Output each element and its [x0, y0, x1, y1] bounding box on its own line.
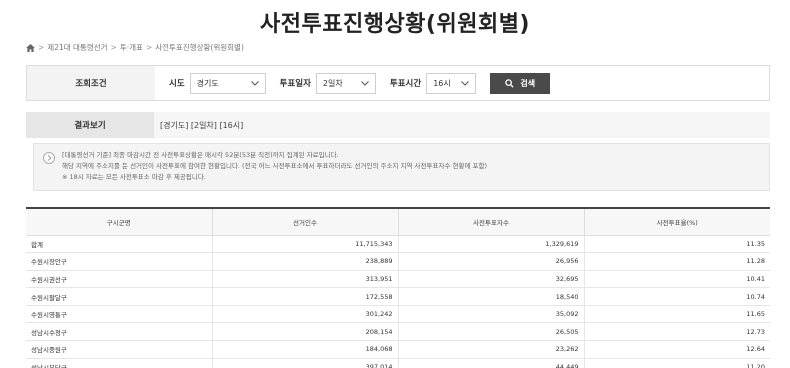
time-select-value: 16시 [433, 78, 451, 88]
electors-cell: 397,014 [211, 357, 399, 368]
time-select[interactable]: 16시 [426, 72, 477, 94]
day-label: 투표일자 [279, 79, 311, 89]
column-header: 사전투표자수 [397, 208, 585, 236]
notice-line: 해당 지역에 주소지를 둔 선거인이 사전투표에 참여한 현황입니다. (전국 … [62, 162, 487, 170]
chevron-down-icon [361, 80, 369, 86]
electors-cell: 172,558 [211, 287, 399, 306]
search-icon [505, 78, 514, 88]
search-button[interactable]: 검색 [490, 72, 551, 94]
result-panel: 결과보기 [경기도] [2일차] [16시] [26, 112, 770, 138]
day-select[interactable]: 2일차 [315, 72, 376, 94]
notice-line: ※ 18시 자료는 모든 사전투표소 마감 후 제공됩니다. [62, 173, 206, 181]
electors-cell: 184,068 [211, 340, 399, 359]
table-row: 수원시영통구 301,242 35,092 11.65 [26, 304, 770, 324]
electors-cell: 208,154 [211, 322, 399, 342]
table-header-row: 구시군명 선거인수 사전투표자수 사전투표율(%) [26, 208, 770, 236]
rate-cell: 12.73 [583, 322, 770, 342]
day-select-value: 2일차 [322, 78, 343, 88]
search-button-label: 검색 [520, 78, 536, 88]
voters-cell: 23,262 [397, 340, 585, 359]
result-summary: [경기도] [2일차] [16시] [160, 120, 244, 130]
electors-cell: 301,242 [211, 304, 399, 324]
chevron-down-icon [250, 80, 259, 86]
voters-cell: 35,092 [397, 304, 585, 324]
breadcrumb-separator: > [145, 43, 153, 52]
rate-cell: 12.64 [583, 340, 770, 359]
electors-cell: 11,715,343 [211, 234, 399, 254]
district-cell: 성남시분당구 [26, 357, 213, 368]
breadcrumb: > 제21대 대통령선거 > 투·개표 > 사전투표진행상황(위원회별) [26, 42, 244, 53]
notice-box: [대통령선거 기준] 최종 마감시간 전 사전투표상황은 매시각 52분(53분… [33, 143, 770, 191]
district-cell: 수원시영통구 [26, 304, 213, 324]
column-header: 사전투표율(%) [583, 208, 770, 236]
voters-cell: 44,449 [397, 357, 585, 368]
rate-cell: 11.35 [583, 234, 770, 254]
chevron-right-icon [43, 152, 55, 164]
condition-label: 조회조건 [27, 66, 155, 100]
table-row: 수원시장안구 238,889 26,956 11.28 [26, 252, 770, 271]
page-title: 사전투표진행상황(위원회별) [260, 12, 530, 37]
rate-cell: 11.20 [583, 357, 770, 368]
district-cell: 성남시중원구 [26, 340, 213, 359]
electors-cell: 238,889 [211, 252, 399, 271]
district-cell: 합계 [26, 234, 213, 254]
results-table: 구시군명 선거인수 사전투표자수 사전투표율(%) 합계 11,715,343 … [26, 207, 770, 368]
rate-cell: 10.41 [583, 269, 770, 289]
chevron-down-icon [461, 80, 470, 86]
breadcrumb-item[interactable]: 제21대 대통령선거 [47, 42, 107, 53]
district-cell: 수원시장안구 [26, 252, 213, 271]
district-cell: 수원시권선구 [26, 269, 213, 289]
electors-cell: 313,951 [211, 269, 399, 289]
result-label: 결과보기 [26, 112, 154, 138]
sido-select-value: 경기도 [196, 78, 219, 88]
district-cell: 수원시팔달구 [26, 287, 213, 306]
rate-cell: 10.74 [583, 287, 770, 306]
breadcrumb-item[interactable]: 투·개표 [120, 42, 143, 53]
column-header: 구시군명 [26, 208, 213, 236]
sido-select[interactable]: 경기도 [189, 72, 266, 94]
table-row: 성남시분당구 397,014 44,449 11.20 [26, 357, 770, 368]
breadcrumb-separator: > [110, 43, 117, 52]
table-row: 수원시팔달구 172,558 18,540 10.74 [26, 287, 770, 306]
table-row: 수원시권선구 313,951 32,695 10.41 [26, 269, 770, 289]
rate-cell: 11.65 [583, 304, 770, 324]
time-label: 투표시간 [389, 79, 422, 89]
table-row: 성남시수정구 208,154 26,505 12.73 [26, 322, 770, 342]
voters-cell: 18,540 [397, 287, 585, 306]
voters-cell: 26,505 [397, 322, 585, 342]
breadcrumb-separator: > [38, 43, 45, 52]
district-cell: 성남시수정구 [26, 322, 213, 342]
breadcrumb-item[interactable]: 사전투표진행상황(위원회별) [155, 42, 244, 53]
notice-line: [대통령선거 기준] 최종 마감시간 전 사전투표상황은 매시각 52분(53분… [62, 151, 339, 159]
voters-cell: 1,329,619 [397, 234, 585, 254]
voters-cell: 32,695 [397, 269, 585, 289]
rate-cell: 11.28 [583, 252, 770, 271]
home-icon[interactable] [26, 43, 35, 52]
voters-cell: 26,956 [397, 252, 585, 271]
search-panel: 조회조건 시도 경기도 투표일자 2일차 투표시간 16시 검색 [26, 65, 770, 101]
sido-label: 시도 [169, 79, 185, 89]
table-row: 성남시중원구 184,068 23,262 12.64 [26, 340, 770, 359]
column-header: 선거인수 [211, 208, 399, 236]
table-row: 합계 11,715,343 1,329,619 11.35 [26, 234, 770, 254]
